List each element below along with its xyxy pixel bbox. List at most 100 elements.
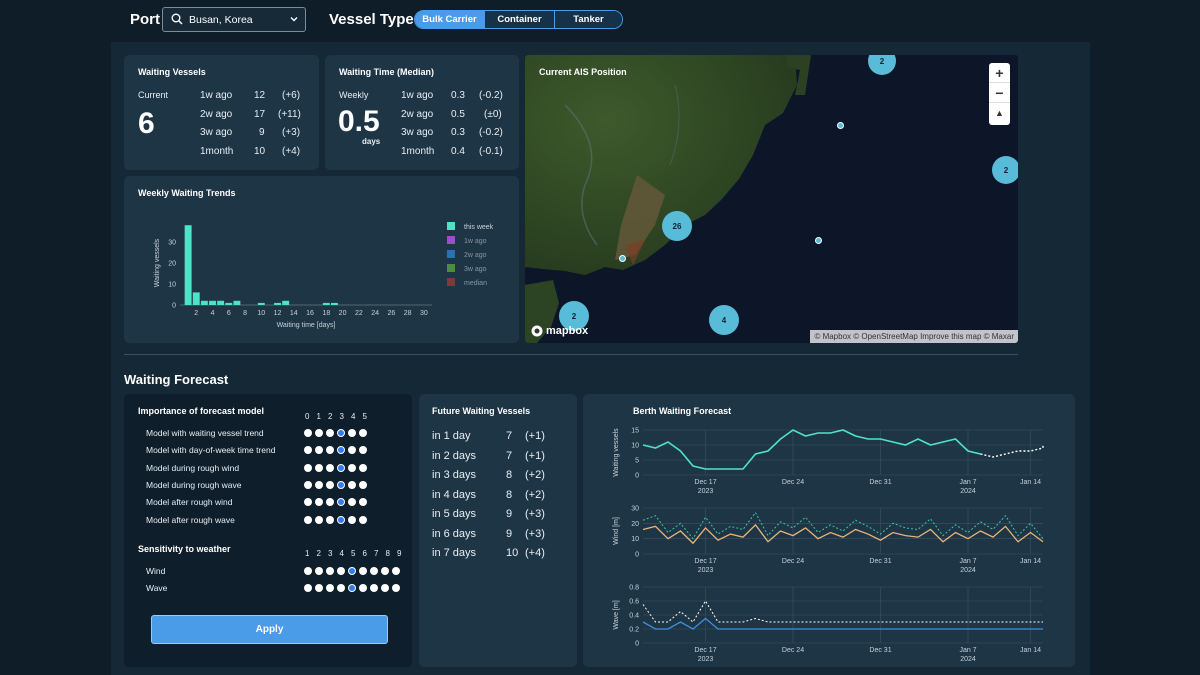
x-tick-label: 14 [290,310,298,317]
importance-radio[interactable] [326,446,334,455]
map-cluster[interactable]: 4 [709,305,739,335]
scale-label: 6 [362,549,367,558]
importance-radio[interactable] [348,429,356,437]
importance-radio[interactable] [326,480,334,489]
x-tick-label: 2024 [960,488,976,495]
histogram-bar [274,302,282,305]
sensitivity-radio[interactable] [304,584,312,592]
future-row-value: 9 [506,508,513,520]
importance-radio[interactable] [326,498,334,507]
future-row-value: 9 [506,527,513,540]
importance-radio[interactable] [348,463,356,472]
sensitivity-radio[interactable] [326,567,334,575]
sensitivity-radio[interactable] [337,567,345,575]
sensitivity-radio[interactable] [337,584,345,592]
apply-button[interactable]: Apply [151,615,388,644]
sensitivity-radio[interactable] [304,567,312,575]
importance-radio[interactable] [304,463,312,472]
importance-radio[interactable] [326,463,334,472]
importance-radio[interactable] [304,446,312,455]
importance-radio[interactable] [315,480,323,489]
importance-radio[interactable] [337,429,345,437]
x-tick-label: 22 [355,310,363,317]
current-value: 6 [138,107,155,140]
tab-container[interactable]: Container [484,11,554,28]
importance-radio[interactable] [337,480,345,489]
x-tick-label: Dec 24 [782,479,804,486]
importance-radio[interactable] [337,446,345,455]
importance-radio[interactable] [315,498,323,507]
future-row-delta: (+3) [525,527,545,540]
importance-radio[interactable] [304,429,312,437]
vessel-marker[interactable] [619,255,626,262]
sensitivity-radio[interactable] [392,567,400,575]
sensitivity-radio[interactable] [381,584,389,592]
importance-radio[interactable] [315,463,323,472]
histogram-bar [184,225,192,305]
sensitivity-radio[interactable] [315,584,323,592]
sensitivity-radio[interactable] [315,567,323,575]
sensitivity-radio[interactable] [370,584,378,592]
compass-button[interactable]: ▲ [989,103,1010,123]
vessel-marker[interactable] [815,237,822,244]
importance-radio[interactable] [348,446,356,455]
importance-radio[interactable] [337,463,345,472]
importance-radio[interactable] [337,498,345,507]
importance-radio[interactable] [326,515,334,524]
importance-radio[interactable] [326,429,334,437]
importance-radio[interactable] [348,515,356,524]
x-tick-label: Jan 14 [1020,647,1041,654]
importance-radio[interactable] [359,463,367,472]
future-row-delta: (+3) [525,508,545,520]
sensitivity-radio[interactable] [381,567,389,575]
x-tick-label: Dec 24 [782,647,804,654]
importance-radio[interactable] [348,498,356,507]
port-value: Busan, Korea [189,13,253,26]
observed-line [642,429,981,470]
importance-radio[interactable] [359,498,367,507]
importance-radio[interactable] [359,446,367,455]
scale-label: 1 [305,549,310,558]
importance-radio[interactable] [359,480,367,489]
importance-radio[interactable] [359,429,367,437]
tab-tanker[interactable]: Tanker [554,11,622,28]
x-tick-label: 2 [194,310,198,317]
importance-radio[interactable] [304,498,312,507]
weekly-trends-card: Weekly Waiting Trends 0 10 20 30 2 4 6 8 10 12 14 1… [124,176,519,343]
future-row-label: in 3 days [432,469,477,481]
x-tick-label: 18 [322,310,330,317]
history-label: 2w ago [401,109,434,120]
importance-radio[interactable] [348,480,356,489]
map-attribution[interactable]: © Mapbox © OpenStreetMap Improve this ma… [810,330,1018,343]
map-title: Current AIS Position [539,67,627,77]
sensitivity-radio[interactable] [370,567,378,575]
map-cluster[interactable]: 26 [662,211,692,241]
map-cluster[interactable]: 2 [992,156,1018,184]
scale-label: 1 [316,412,321,421]
tab-bulk-carrier[interactable]: Bulk Carrier [415,11,484,28]
vessel-marker[interactable] [837,122,844,129]
future-title: Future Waiting Vessels [432,406,531,416]
sensitivity-radio[interactable] [348,584,356,592]
sensitivity-radio[interactable] [392,584,400,592]
sensitivity-radio[interactable] [348,567,356,575]
zoom-out-button[interactable]: − [989,83,1010,103]
sensitivity-radio[interactable] [359,584,367,592]
history-delta: (-0.2) [479,90,503,101]
ais-map[interactable]: Current AIS Position 2 2 26 2 4 + − ▲ ma… [525,55,1018,343]
sensitivity-radio[interactable] [326,584,334,592]
x-tick-label: 26 [387,310,395,317]
importance-radio[interactable] [359,515,367,524]
port-select[interactable]: Busan, Korea [162,7,306,32]
importance-radio[interactable] [315,515,323,524]
importance-radio[interactable] [315,429,323,437]
search-icon [171,13,183,28]
importance-radio[interactable] [304,515,312,524]
zoom-in-button[interactable]: + [989,63,1010,83]
scale-label: 3 [328,549,333,558]
importance-radio[interactable] [304,480,312,489]
importance-radio[interactable] [315,446,323,455]
future-row-delta: (+2) [525,469,545,481]
sensitivity-radio[interactable] [359,567,367,575]
importance-radio[interactable] [337,515,345,524]
